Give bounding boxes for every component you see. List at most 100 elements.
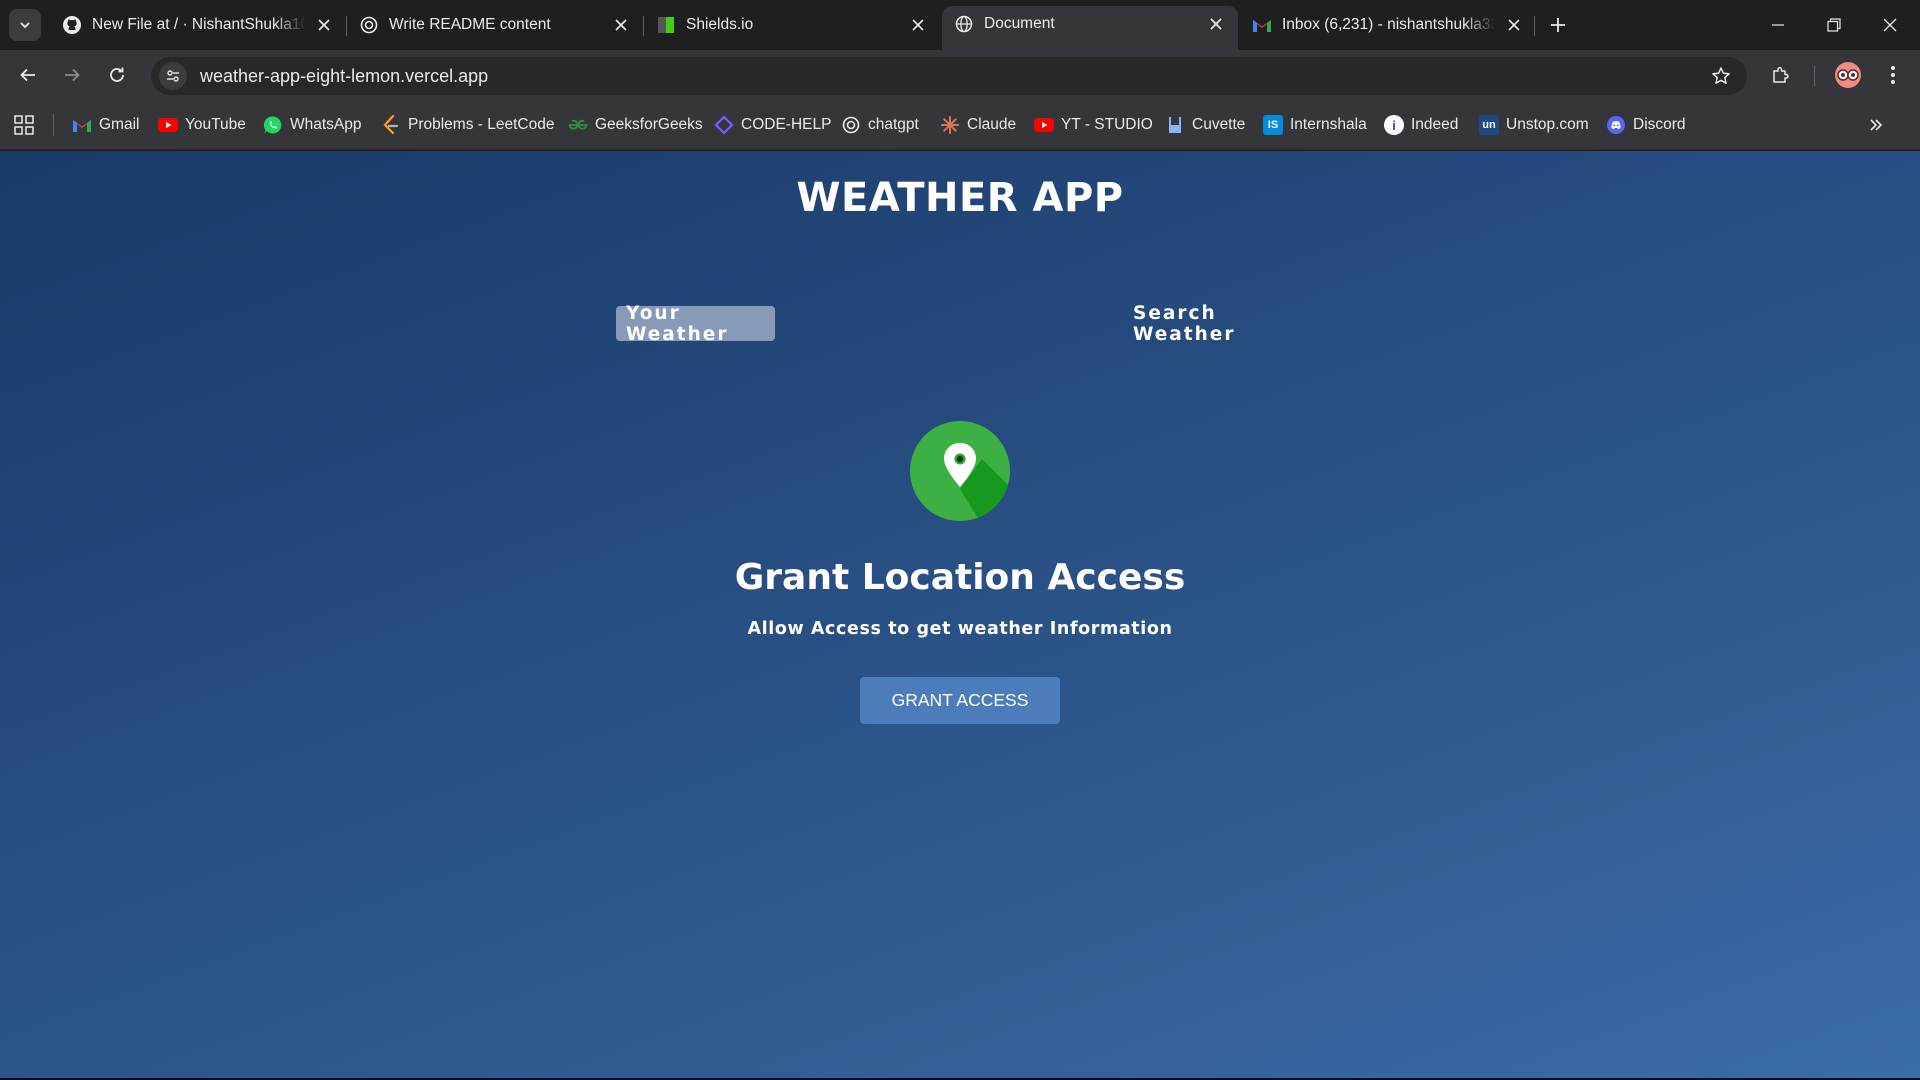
github-icon (62, 15, 82, 35)
bookmarks-overflow-button[interactable] (1864, 113, 1888, 137)
claude-icon (940, 115, 960, 135)
geeksforgeeks-icon (568, 115, 588, 135)
indeed-icon: i (1384, 115, 1404, 135)
close-icon[interactable] (908, 15, 928, 35)
bookmark-label: Discord (1633, 116, 1686, 133)
close-icon[interactable] (1206, 14, 1226, 34)
restore-button[interactable] (1806, 0, 1862, 50)
bookmarks-separator (53, 114, 54, 136)
browser-toolbar: weather-app-eight-lemon.vercel.app (0, 50, 1920, 100)
internshala-icon: IS (1263, 115, 1283, 135)
bookmark-star-icon[interactable] (1709, 64, 1733, 88)
arrow-right-icon (65, 68, 80, 82)
bookmark-geeksforgeeks[interactable]: GeeksforGeeks (568, 113, 703, 137)
url-text: weather-app-eight-lemon.vercel.app (200, 65, 489, 86)
bookmark-label: Problems - LeetCode (408, 116, 555, 133)
youtube-studio-icon (1034, 115, 1054, 135)
close-icon[interactable] (1504, 15, 1524, 35)
bookmark-unstop[interactable]: un Unstop.com (1479, 113, 1589, 137)
tab-title: Document (984, 15, 1055, 32)
profile-avatar[interactable] (1835, 62, 1861, 88)
bookmark-cuvette[interactable]: Cuvette (1165, 113, 1245, 137)
bookmark-yt-studio[interactable]: YT - STUDIO (1034, 113, 1153, 137)
tab-title: Write README content (389, 16, 551, 33)
extensions-button[interactable] (1765, 59, 1797, 91)
location-pin-icon (910, 421, 1010, 521)
bookmark-internshala[interactable]: IS Internshala (1263, 113, 1367, 137)
browser-tab[interactable]: Inbox (6,231) - nishantshukla33 (1240, 7, 1536, 43)
youtube-icon (158, 115, 178, 135)
gmail-icon (1252, 15, 1272, 35)
close-icon[interactable] (314, 15, 334, 35)
new-tab-button[interactable] (1544, 11, 1572, 39)
weather-app-page: WEATHER APP Your Weather Search Weather … (0, 151, 1920, 1078)
arrow-left-icon (20, 68, 35, 82)
bookmark-claude[interactable]: Claude (940, 113, 1016, 137)
browser-tab[interactable]: New File at / · NishantShukla10/ (50, 7, 346, 43)
discord-icon (1606, 115, 1626, 135)
minimize-button[interactable] (1750, 0, 1806, 50)
bookmark-whatsapp[interactable]: WhatsApp (263, 113, 362, 137)
bookmark-label: chatgpt (868, 116, 919, 133)
chatgpt-icon (359, 15, 379, 35)
bookmark-chatgpt[interactable]: chatgpt (841, 113, 919, 137)
bookmark-leetcode[interactable]: Problems - LeetCode (381, 113, 554, 137)
shields-icon (656, 15, 676, 35)
tab-your-weather[interactable]: Your Weather (616, 303, 775, 345)
restore-icon (1827, 18, 1841, 32)
tab-title: New File at / · NishantShukla10/ (92, 16, 306, 33)
chevron-down-icon (20, 22, 30, 29)
tab-separator (1534, 16, 1535, 36)
tab-search-button[interactable] (9, 9, 41, 41)
browser-tab[interactable]: Write README content (347, 7, 643, 43)
reload-icon (110, 67, 124, 82)
browser-tab-active[interactable]: Document (942, 6, 1238, 50)
bookmark-label: YouTube (185, 116, 246, 133)
toolbar-separator (1814, 66, 1815, 86)
app-title: WEATHER APP (796, 175, 1124, 221)
double-chevron-right-icon (1870, 119, 1883, 131)
tab-strip: New File at / · NishantShukla10/ Write R… (0, 0, 1920, 50)
tab-search-weather[interactable]: Search Weather (1123, 303, 1303, 345)
bookmark-discord[interactable]: Discord (1606, 113, 1686, 137)
tab-title: Shields.io (686, 16, 754, 33)
bookmark-gmail[interactable]: Gmail (72, 113, 139, 137)
whatsapp-icon (263, 115, 283, 135)
bookmark-label: Cuvette (1192, 116, 1246, 133)
plus-icon (1551, 18, 1565, 32)
grant-heading: Grant Location Access (734, 557, 1186, 598)
gmail-icon (72, 115, 92, 135)
site-info-icon[interactable] (159, 62, 187, 90)
bookmarks-bar: Gmail YouTube WhatsApp Problems - LeetCo… (0, 100, 1920, 150)
apps-grid-icon[interactable] (14, 115, 34, 135)
cuvette-icon (1165, 115, 1185, 135)
browser-tab[interactable]: Shields.io (644, 7, 940, 43)
puzzle-icon (1773, 66, 1789, 83)
codehelp-icon (714, 115, 734, 135)
reload-button[interactable] (101, 59, 133, 91)
close-icon[interactable] (611, 15, 631, 35)
tab-title: Inbox (6,231) - nishantshukla33 (1282, 16, 1496, 33)
bookmark-label: Internshala (1290, 116, 1367, 133)
back-button[interactable] (12, 59, 44, 91)
close-icon (1883, 18, 1897, 32)
address-bar[interactable]: weather-app-eight-lemon.vercel.app (151, 57, 1747, 95)
bookmark-label: Indeed (1411, 116, 1459, 133)
bookmark-code-help[interactable]: CODE-HELP (714, 113, 831, 137)
more-vertical-icon (1891, 66, 1895, 84)
forward-button[interactable] (56, 59, 88, 91)
bookmark-label: Claude (967, 116, 1017, 133)
bookmark-label: WhatsApp (290, 116, 362, 133)
grant-access-button[interactable]: GRANT ACCESS (860, 677, 1060, 724)
unstop-icon: un (1479, 115, 1499, 135)
bookmark-label: GeeksforGeeks (595, 116, 703, 133)
grant-subtext: Allow Access to get weather Information (747, 619, 1173, 639)
bookmark-youtube[interactable]: YouTube (158, 113, 246, 137)
bookmark-label: YT - STUDIO (1061, 116, 1153, 133)
close-window-button[interactable] (1862, 0, 1918, 50)
bookmark-indeed[interactable]: i Indeed (1384, 113, 1458, 137)
menu-button[interactable] (1877, 59, 1909, 91)
leetcode-icon (381, 115, 401, 135)
profile-icon (1837, 69, 1859, 81)
chatgpt-icon (841, 115, 861, 135)
